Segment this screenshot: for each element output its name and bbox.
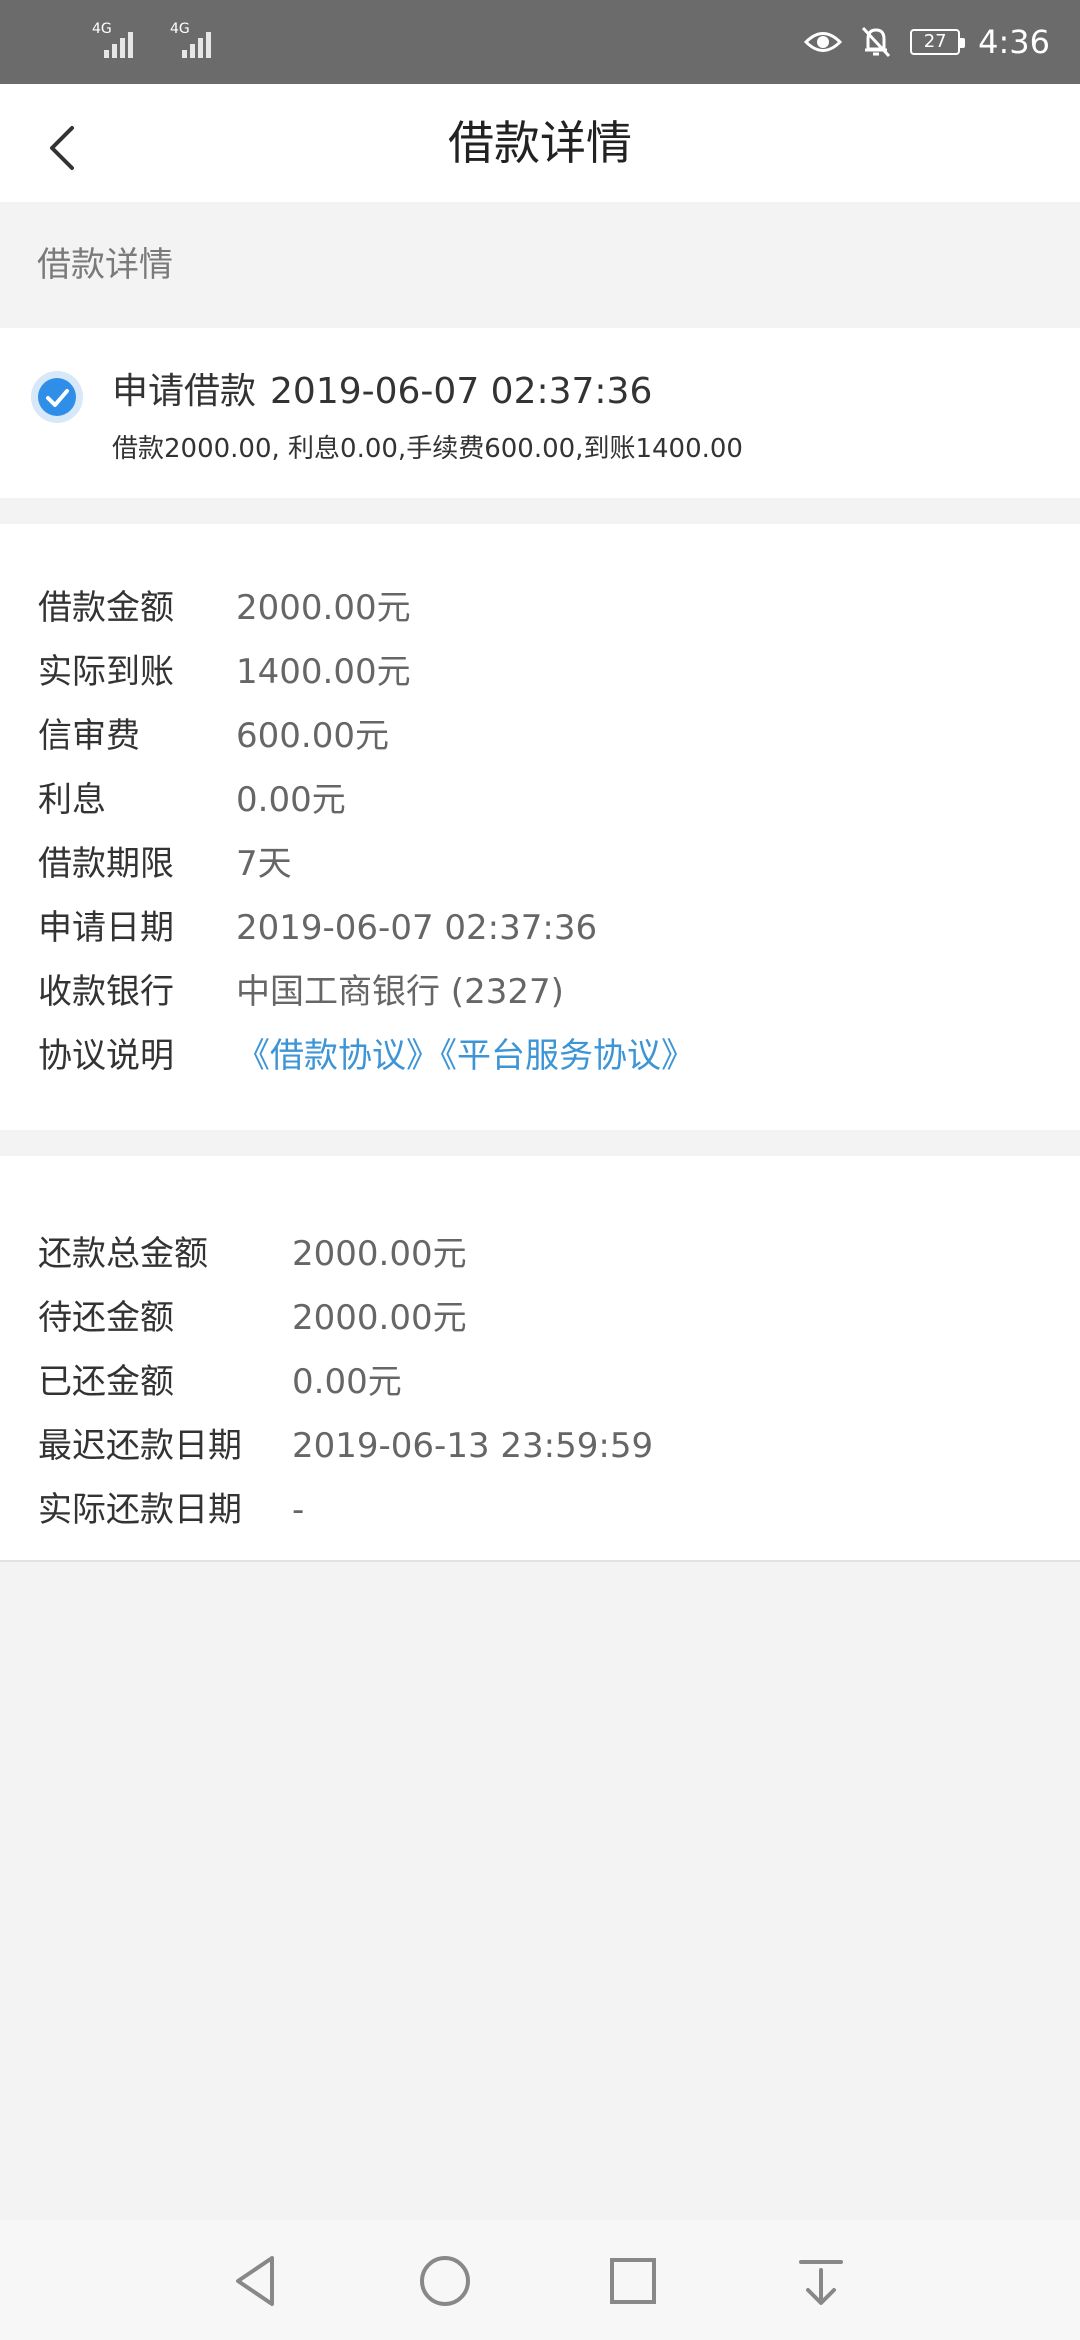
section-header: 借款详情 bbox=[0, 202, 1080, 328]
detail-label: 实际到账 bbox=[38, 652, 174, 692]
system-nav-bar bbox=[0, 2220, 1080, 2340]
app-bar: 借款详情 bbox=[0, 84, 1080, 202]
detail-value: 7天 bbox=[236, 844, 292, 884]
signal-icon-1: 4G bbox=[92, 22, 148, 58]
detail-label: 信审费 bbox=[38, 716, 140, 756]
detail-label: 收款银行 bbox=[38, 972, 174, 1012]
event-date: 2019-06-07 02:37:36 bbox=[270, 371, 653, 412]
loan-agreement-link[interactable]: 《借款协议》 bbox=[236, 1036, 440, 1076]
repayment-card: 还款总金额 2000.00元 待还金额 2000.00元 已还金额 0.00元 … bbox=[0, 1156, 1080, 1562]
nav-recents-icon bbox=[610, 2258, 656, 2304]
status-bar: 4G 4G 27 4:36 bbox=[0, 0, 1080, 84]
battery-level: 27 bbox=[923, 31, 947, 52]
repayment-label: 待还金额 bbox=[38, 1298, 174, 1338]
section-header-label: 借款详情 bbox=[37, 245, 173, 285]
nav-recents-button[interactable] bbox=[598, 2246, 668, 2316]
repayment-label: 还款总金额 bbox=[38, 1234, 208, 1274]
event-title-text: 申请借款 bbox=[112, 371, 257, 412]
nav-home-icon bbox=[420, 2256, 470, 2306]
clock: 4:36 bbox=[978, 23, 1050, 61]
page-title: 借款详情 bbox=[448, 116, 632, 170]
agreement-label: 协议说明 bbox=[38, 1036, 174, 1076]
signal-group: 4G 4G bbox=[92, 22, 226, 58]
back-button[interactable] bbox=[30, 112, 100, 182]
detail-label: 申请日期 bbox=[38, 908, 174, 948]
detail-value: 1400.00元 bbox=[236, 652, 411, 692]
repayment-label: 最迟还款日期 bbox=[38, 1426, 242, 1466]
repayment-value: 2000.00元 bbox=[292, 1234, 467, 1274]
repayment-label: 实际还款日期 bbox=[38, 1490, 242, 1530]
repayment-label: 已还金额 bbox=[38, 1362, 174, 1402]
nav-back-icon bbox=[236, 2256, 274, 2306]
nav-home-button[interactable] bbox=[410, 2246, 480, 2316]
detail-label: 借款期限 bbox=[38, 844, 174, 884]
bell-off-icon bbox=[862, 26, 891, 58]
agreement-links: 《借款协议》《平台服务协议》 bbox=[236, 1030, 695, 1082]
platform-service-agreement-link[interactable]: 《平台服务协议》 bbox=[440, 1036, 695, 1076]
detail-value: 2019-06-07 02:37:36 bbox=[236, 908, 598, 948]
signal-icon-2: 4G bbox=[170, 22, 226, 58]
detail-value: 600.00元 bbox=[236, 716, 389, 756]
event-title: 申请借款 2019-06-07 02:37:36 bbox=[112, 362, 652, 414]
back-arrow-icon bbox=[50, 126, 74, 170]
detail-label: 借款金额 bbox=[38, 588, 174, 628]
nav-download-icon bbox=[799, 2260, 843, 2305]
status-right: 27 4:36 bbox=[804, 18, 1050, 66]
repayment-value: 2000.00元 bbox=[292, 1298, 467, 1338]
repayment-value: 0.00元 bbox=[292, 1362, 402, 1402]
nav-download-button[interactable] bbox=[786, 2246, 856, 2316]
loan-details-card: 借款金额 2000.00元 实际到账 1400.00元 信审费 600.00元 … bbox=[0, 524, 1080, 1130]
detail-value: 2000.00元 bbox=[236, 588, 411, 628]
nav-back-button[interactable] bbox=[222, 2246, 292, 2316]
detail-value: 0.00元 bbox=[236, 780, 346, 820]
repayment-value: - bbox=[292, 1490, 305, 1530]
check-circle-icon bbox=[31, 371, 83, 423]
repayment-value: 2019-06-13 23:59:59 bbox=[292, 1426, 654, 1466]
eye-icon bbox=[804, 32, 843, 52]
battery-icon: 27 bbox=[910, 29, 966, 55]
event-summary: 借款2000.00, 利息0.00,手续费600.00,到账1400.00 bbox=[112, 434, 743, 464]
detail-value: 中国工商银行 (2327) bbox=[236, 972, 564, 1012]
detail-label: 利息 bbox=[38, 780, 106, 820]
